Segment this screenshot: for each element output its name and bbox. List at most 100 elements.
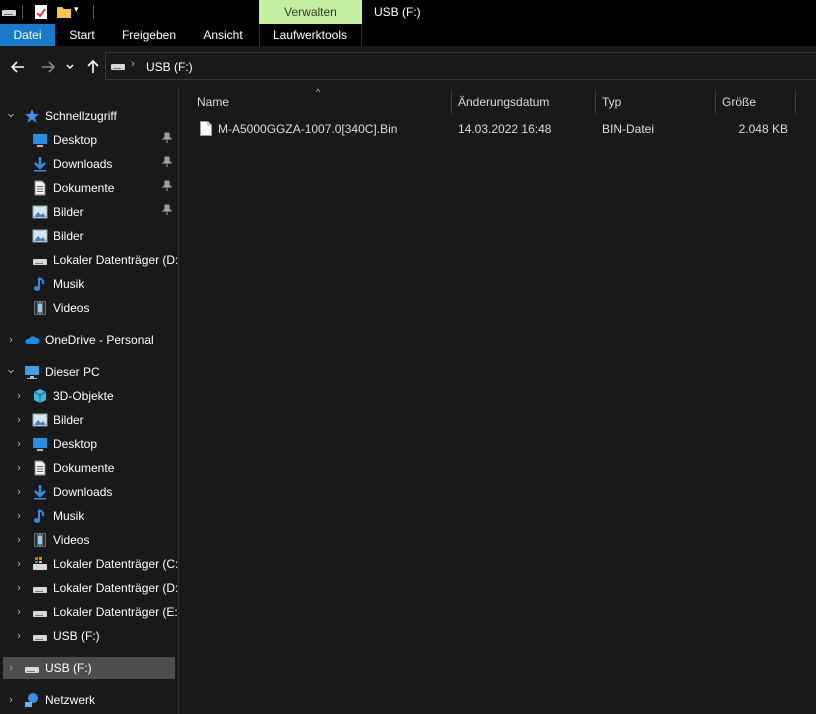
- sidebar-item-quick-0[interactable]: Desktop: [0, 129, 178, 151]
- file-icon: [200, 121, 212, 136]
- tab-start[interactable]: Start: [56, 24, 108, 46]
- sidebar-item-label: Videos: [53, 301, 90, 315]
- sidebar-item-pc-7[interactable]: › Lokaler Datenträger (C:): [0, 553, 178, 575]
- download-icon: [32, 156, 48, 172]
- sidebar-item-pc-5[interactable]: › Musik: [0, 505, 178, 527]
- breadcrumb-chevron-icon[interactable]: ›: [131, 58, 135, 70]
- videos-icon: [32, 300, 48, 316]
- drive-icon: [32, 604, 48, 620]
- sidebar-item-label: Dokumente: [53, 181, 115, 195]
- column-separator[interactable]: [715, 90, 716, 114]
- sidebar-item-pc-1[interactable]: › Bilder: [0, 409, 178, 431]
- expand-chevron-icon[interactable]: ›: [5, 692, 17, 708]
- sidebar-item-label: Schnellzugriff: [45, 109, 117, 123]
- expand-chevron-icon[interactable]: ›: [5, 332, 17, 348]
- tab-laufwerktools[interactable]: Laufwerktools: [262, 24, 358, 46]
- column-separator[interactable]: [451, 90, 452, 114]
- expand-chevron-icon[interactable]: ›: [5, 660, 17, 676]
- drive-icon[interactable]: [1, 4, 17, 20]
- expand-chevron-icon[interactable]: ›: [13, 628, 25, 644]
- download-icon: [32, 484, 48, 500]
- sidebar-item-netzwerk[interactable]: › Netzwerk: [0, 689, 178, 711]
- file-size: 2.048 KB: [738, 122, 788, 136]
- expand-chevron-icon[interactable]: ›: [13, 556, 25, 572]
- forward-icon[interactable]: [38, 57, 58, 77]
- tab-freigeben[interactable]: Freigeben: [110, 24, 188, 46]
- sidebar-item-pc-9[interactable]: › Lokaler Datenträger (E:): [0, 601, 178, 623]
- sidebar-item-quick-4[interactable]: Bilder: [0, 225, 178, 247]
- expand-chevron-icon[interactable]: ›: [13, 436, 25, 452]
- sidebar-item-quick-1[interactable]: Downloads: [0, 153, 178, 175]
- sidebar-item-label: Downloads: [53, 485, 113, 499]
- qat-customize-icon[interactable]: ▾: [74, 4, 79, 15]
- up-icon[interactable]: [83, 57, 103, 77]
- sidebar-item-usb-root[interactable]: › USB (F:): [3, 657, 175, 679]
- sidebar-item-label: 3D-Objekte: [53, 389, 114, 403]
- collapse-chevron-icon[interactable]: ⌄: [5, 362, 17, 380]
- pin-icon[interactable]: [161, 204, 173, 220]
- sidebar-item-pc-10[interactable]: › USB (F:): [0, 625, 178, 647]
- sidebar-item-pc-2[interactable]: › Desktop: [0, 433, 178, 455]
- tab-ansicht[interactable]: Ansicht: [190, 24, 256, 46]
- sidebar-item-onedrive[interactable]: › OneDrive - Personal: [0, 329, 178, 351]
- sidebar-item-quick-6[interactable]: Musik: [0, 273, 178, 295]
- column-separator[interactable]: [795, 90, 796, 114]
- column-header-name[interactable]: Name: [197, 90, 229, 114]
- navigation-bar: › USB (F:): [0, 46, 816, 88]
- sidebar-item-schnellzugriff[interactable]: ⌄ Schnellzugriff: [0, 105, 178, 127]
- column-separator[interactable]: [595, 90, 596, 114]
- expand-chevron-icon[interactable]: ›: [13, 604, 25, 620]
- expand-chevron-icon[interactable]: ›: [13, 580, 25, 596]
- address-bar[interactable]: › USB (F:): [105, 52, 816, 80]
- sidebar-item-pc-0[interactable]: › 3D-Objekte: [0, 385, 178, 407]
- ribbon-tabs: Datei Start Freigeben Ansicht Laufwerkto…: [0, 24, 816, 46]
- sidebar-item-label: Bilder: [53, 229, 84, 243]
- sidebar-item-label: Musik: [53, 277, 85, 291]
- document-icon: [32, 180, 48, 196]
- sidebar-item-quick-3[interactable]: Bilder: [0, 201, 178, 223]
- expand-chevron-icon[interactable]: ›: [13, 508, 25, 524]
- sidebar-item-quick-2[interactable]: Dokumente: [0, 177, 178, 199]
- sidebar-item-label: Downloads: [53, 157, 113, 171]
- pictures-icon: [32, 204, 48, 220]
- onedrive-icon: [24, 332, 40, 348]
- context-tab-verwalten[interactable]: Verwalten: [259, 0, 362, 24]
- breadcrumb[interactable]: USB (F:): [146, 60, 193, 74]
- usb-drive-icon: [24, 660, 40, 676]
- recent-locations-icon[interactable]: [63, 57, 77, 77]
- sidebar-item-pc-4[interactable]: › Downloads: [0, 481, 178, 503]
- window-title: USB (F:): [374, 5, 421, 19]
- expand-chevron-icon[interactable]: ›: [13, 412, 25, 428]
- sidebar-item-pc-6[interactable]: › Videos: [0, 529, 178, 551]
- file-type: BIN-Datei: [602, 122, 655, 136]
- expand-chevron-icon[interactable]: ›: [13, 532, 25, 548]
- file-name: M-A5000GGZA-1007.0[340C].Bin: [218, 122, 398, 136]
- 3d-objects-icon: [32, 388, 48, 404]
- expand-chevron-icon[interactable]: ›: [13, 388, 25, 404]
- sidebar-item-dieser-pc[interactable]: ⌄ Dieser PC: [0, 361, 178, 383]
- column-header-type[interactable]: Typ: [602, 90, 621, 114]
- pin-icon[interactable]: [161, 180, 173, 196]
- back-icon[interactable]: [8, 57, 28, 77]
- column-header-size[interactable]: Größe: [722, 90, 756, 114]
- ribbon-separator: [259, 24, 260, 46]
- desktop-icon: [32, 132, 48, 148]
- expand-chevron-icon[interactable]: ›: [13, 484, 25, 500]
- sidebar-item-pc-3[interactable]: › Dokumente: [0, 457, 178, 479]
- pin-icon[interactable]: [161, 156, 173, 172]
- collapse-chevron-icon[interactable]: ⌄: [5, 106, 17, 124]
- music-icon: [32, 276, 48, 292]
- pin-icon[interactable]: [161, 132, 173, 148]
- sidebar-item-quick-5[interactable]: Lokaler Datenträger (D:): [0, 249, 178, 271]
- column-header-date[interactable]: Änderungsdatum: [458, 90, 549, 114]
- sort-ascending-icon: ^: [316, 87, 321, 97]
- expand-chevron-icon[interactable]: ›: [13, 460, 25, 476]
- title-bar: ▾ Verwalten USB (F:): [0, 0, 816, 24]
- sidebar-item-label: Dokumente: [53, 461, 115, 475]
- tab-datei[interactable]: Datei: [0, 24, 55, 46]
- sidebar-item-pc-8[interactable]: › Lokaler Datenträger (D:): [0, 577, 178, 599]
- properties-icon[interactable]: [33, 4, 49, 20]
- new-folder-icon[interactable]: [56, 4, 72, 20]
- file-row[interactable]: M-A5000GGZA-1007.0[340C].Bin 14.03.2022 …: [179, 116, 816, 140]
- sidebar-item-quick-7[interactable]: Videos: [0, 297, 178, 319]
